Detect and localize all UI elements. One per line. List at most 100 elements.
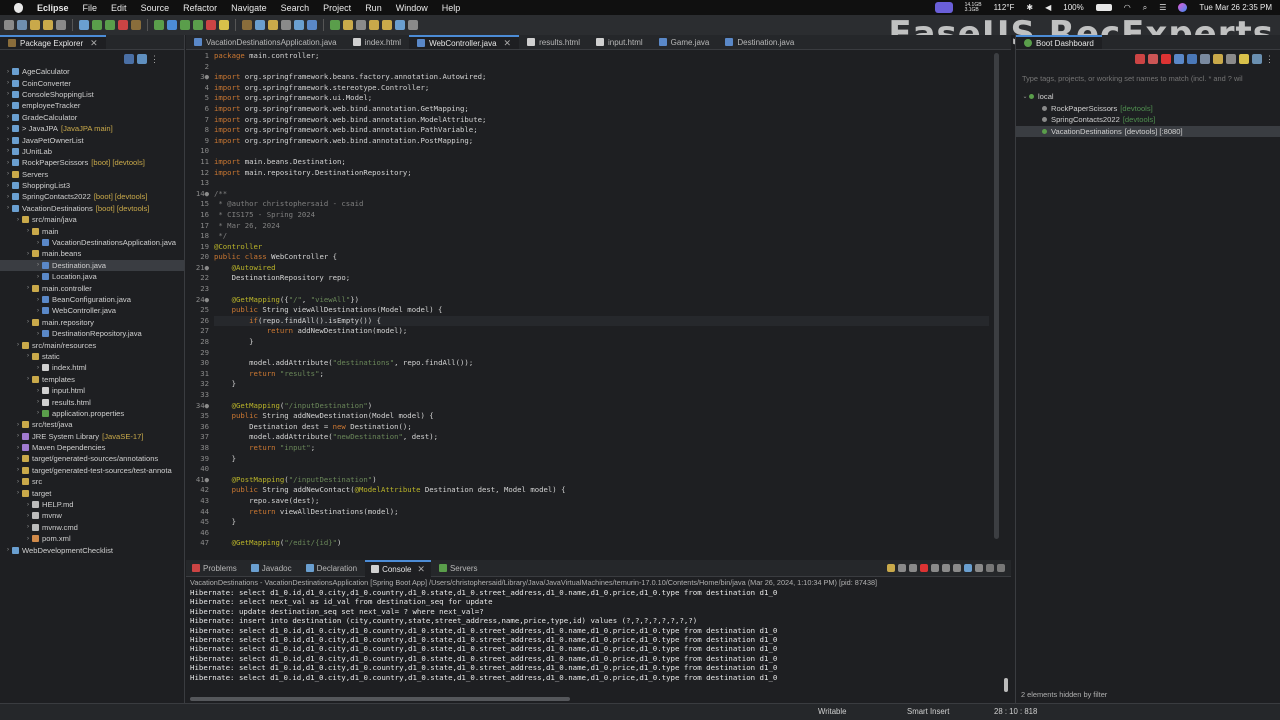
editor-tab[interactable]: WebController.java ✕: [409, 35, 520, 49]
run-icon[interactable]: [105, 20, 115, 30]
tree-item[interactable]: › WebDevelopmentChecklist: [0, 544, 184, 555]
stop-icon[interactable]: [1161, 54, 1171, 64]
chevron-right-icon[interactable]: ›: [14, 433, 22, 439]
console-tab[interactable]: Javadoc: [245, 560, 298, 577]
control-center-icon[interactable]: ☰: [1159, 3, 1166, 12]
task-icon[interactable]: [343, 20, 353, 30]
console-icon[interactable]: [1187, 54, 1197, 64]
mark-occurrences-icon[interactable]: [242, 20, 252, 30]
tree-item[interactable]: › ConsoleShoppingList: [0, 89, 184, 100]
tree-item[interactable]: › employeeTracker: [0, 100, 184, 111]
new-java-project-icon[interactable]: [154, 20, 164, 30]
chevron-right-icon[interactable]: ›: [4, 114, 12, 120]
chevron-right-icon[interactable]: ›: [14, 342, 22, 348]
new-package-icon[interactable]: [167, 20, 177, 30]
menu-navigate[interactable]: Navigate: [231, 3, 267, 13]
debug-icon[interactable]: [92, 20, 102, 30]
chevron-right-icon[interactable]: ›: [14, 456, 22, 462]
tree-item[interactable]: › JavaPetOwnerList: [0, 134, 184, 145]
layout-icon[interactable]: [408, 20, 418, 30]
display-console-icon[interactable]: [975, 564, 983, 572]
menu-edit[interactable]: Edit: [111, 3, 127, 13]
tree-item[interactable]: › WebController.java: [0, 305, 184, 316]
chevron-right-icon[interactable]: ›: [4, 103, 12, 109]
close-icon[interactable]: ✕: [90, 38, 98, 49]
start-icon[interactable]: [1135, 54, 1145, 64]
pin-icon[interactable]: [330, 20, 340, 30]
chevron-right-icon[interactable]: ›: [4, 205, 12, 211]
back-icon[interactable]: [294, 20, 304, 30]
clear-console-icon[interactable]: [887, 564, 895, 572]
volume-icon[interactable]: ◀: [1045, 3, 1051, 12]
clock[interactable]: Tue Mar 26 2:35 PM: [1199, 3, 1272, 12]
tree-item[interactable]: › JUnitLab: [0, 146, 184, 157]
console-tab[interactable]: Problems: [186, 560, 243, 577]
menu-window[interactable]: Window: [396, 3, 428, 13]
chevron-right-icon[interactable]: ›: [34, 297, 42, 303]
chevron-right-icon[interactable]: ›: [4, 171, 12, 177]
chevron-right-icon[interactable]: ›: [24, 285, 32, 291]
battery-icon[interactable]: [1095, 4, 1112, 11]
tree-item[interactable]: › templates: [0, 374, 184, 385]
new-icon[interactable]: [4, 20, 14, 30]
open-browser-icon[interactable]: [1174, 54, 1184, 64]
tree-item[interactable]: › main.repository: [0, 317, 184, 328]
menu-refactor[interactable]: Refactor: [183, 3, 217, 13]
tree-item[interactable]: › src: [0, 476, 184, 487]
tree-item[interactable]: › main: [0, 225, 184, 236]
editor-vertical-scrollbar[interactable]: [994, 53, 999, 539]
tree-item[interactable]: › target: [0, 487, 184, 498]
chevron-right-icon[interactable]: ›: [34, 331, 42, 337]
tree-item[interactable]: › main.controller: [0, 282, 184, 293]
chevron-right-icon[interactable]: ›: [4, 148, 12, 154]
tree-item[interactable]: › > JavaJPA [JavaJPA main]: [0, 123, 184, 134]
tree-item[interactable]: › CoinConverter: [0, 77, 184, 88]
editor-tab[interactable]: results.html: [519, 35, 588, 49]
tree-item[interactable]: › target/generated-sources/annotations: [0, 453, 184, 464]
tree-item[interactable]: › Servers: [0, 169, 184, 180]
chevron-right-icon[interactable]: ›: [24, 513, 32, 519]
chevron-right-icon[interactable]: ›: [4, 91, 12, 97]
console-horizontal-scrollbar[interactable]: [190, 697, 570, 701]
chevron-right-icon[interactable]: ›: [24, 376, 32, 382]
console-tab[interactable]: Servers: [433, 560, 484, 577]
console-output[interactable]: Hibernate: select d1_0.id,d1_0.city,d1_0…: [186, 588, 1011, 682]
tree-item[interactable]: › results.html: [0, 396, 184, 407]
tree-item[interactable]: › ShoppingList3: [0, 180, 184, 191]
boot-filter-input[interactable]: [1022, 72, 1272, 85]
annotation-prev-icon[interactable]: [281, 20, 291, 30]
status-insert-mode[interactable]: Smart Insert: [907, 707, 949, 716]
chevron-right-icon[interactable]: ›: [34, 274, 42, 280]
tree-item[interactable]: › GradeCalculator: [0, 112, 184, 123]
tree-item[interactable]: › VacationDestinationsApplication.java: [0, 237, 184, 248]
tree-item[interactable]: › mvnw.cmd: [0, 522, 184, 533]
boot-app-item[interactable]: RockPaperScissors [devtools]: [1016, 103, 1280, 115]
chevron-right-icon[interactable]: ›: [34, 365, 42, 371]
new-class-icon[interactable]: [180, 20, 190, 30]
editor-tab[interactable]: index.html: [345, 35, 409, 49]
chevron-right-icon[interactable]: ›: [24, 319, 32, 325]
chevron-right-icon[interactable]: ›: [4, 126, 12, 132]
undo-icon[interactable]: [56, 20, 66, 30]
word-wrap-icon[interactable]: [953, 564, 961, 572]
tree-item[interactable]: › Maven Dependencies: [0, 442, 184, 453]
code-text[interactable]: package main.controller; import org.sprin…: [214, 51, 989, 557]
tree-item[interactable]: › input.html: [0, 385, 184, 396]
view-menu-icon[interactable]: ⋮: [1265, 54, 1274, 65]
tree-item[interactable]: › main.beans: [0, 248, 184, 259]
editor-tab[interactable]: Game.java: [651, 35, 718, 49]
chevron-down-icon[interactable]: ⌄: [1021, 93, 1029, 100]
menu-app-name[interactable]: Eclipse: [37, 3, 69, 13]
stop-icon[interactable]: [118, 20, 128, 30]
nav-back-icon[interactable]: [369, 20, 379, 30]
search-icon[interactable]: ⌕: [1143, 3, 1147, 13]
tree-item[interactable]: › src/test/java: [0, 419, 184, 430]
bulb-icon[interactable]: [1239, 54, 1249, 64]
chevron-right-icon[interactable]: ›: [24, 228, 32, 234]
editor-tab[interactable]: VacationDestinationsApplication.java: [186, 35, 345, 49]
open-type-icon[interactable]: [206, 20, 216, 30]
chevron-right-icon[interactable]: ›: [24, 536, 32, 542]
filter-icon[interactable]: [1252, 54, 1262, 64]
nav-forward-icon[interactable]: [382, 20, 392, 30]
tree-item[interactable]: › DestinationRepository.java: [0, 328, 184, 339]
